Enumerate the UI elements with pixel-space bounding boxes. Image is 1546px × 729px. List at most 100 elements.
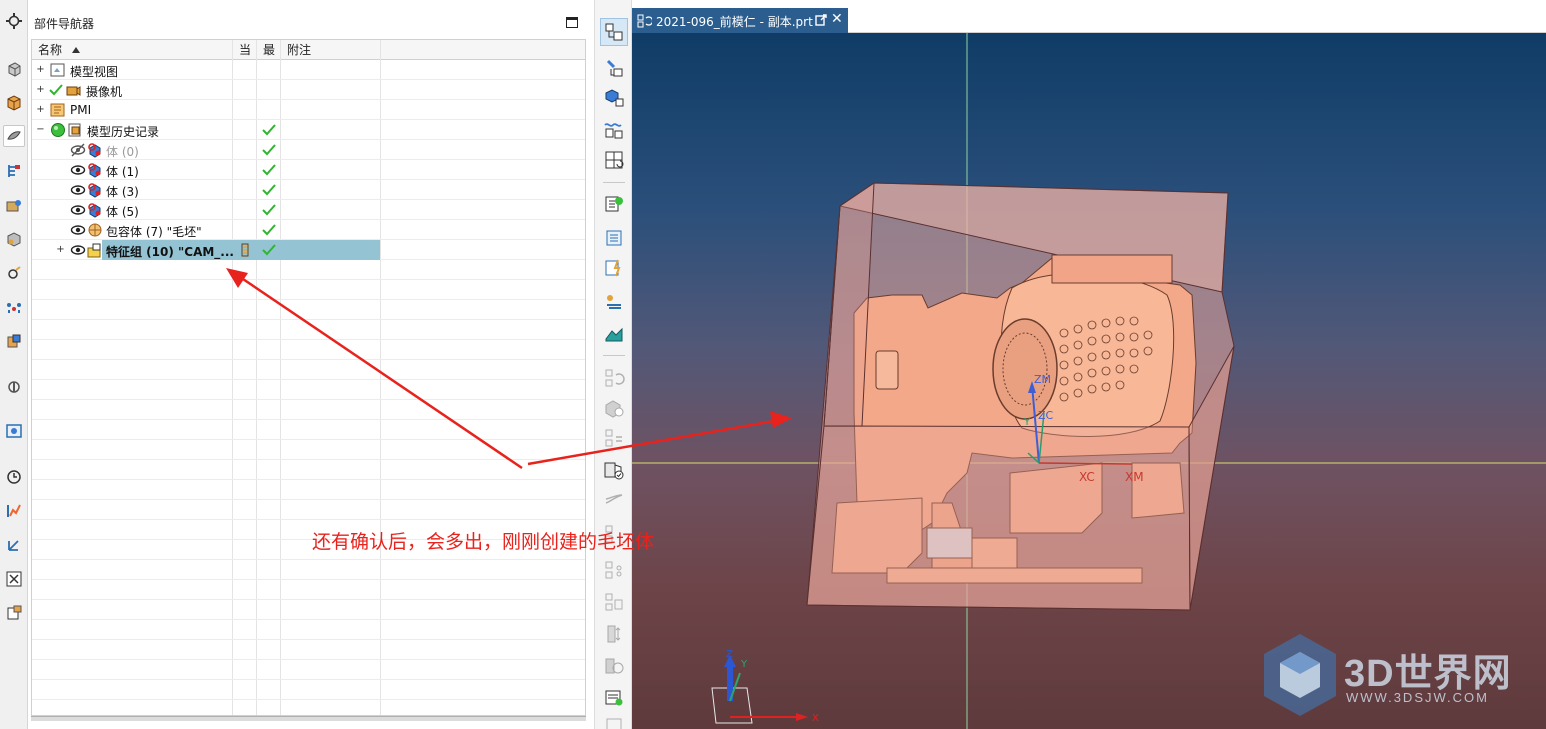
tree-row-bounding-body[interactable]: 包容体 (7) "毛坯" (32, 220, 585, 240)
row-label: 体 (5) (106, 205, 139, 219)
column-header-name[interactable]: 名称 (32, 40, 233, 60)
toolbar-separator (603, 182, 625, 183)
paste-icon[interactable] (600, 588, 628, 616)
graphics-viewport[interactable]: ZM ZC Y XC XM Z Y X (632, 33, 1546, 729)
empty-row (32, 320, 585, 340)
holder-icon[interactable] (600, 620, 628, 648)
create-tool-icon[interactable] (600, 224, 628, 252)
tree-row-feature-group[interactable]: + 特征组 (10) "CAM_... (32, 240, 585, 260)
column-header-current[interactable]: 当 (233, 40, 257, 60)
tree-row-pmi[interactable]: + PMI (32, 100, 585, 120)
horizontal-scrollbar[interactable] (31, 716, 586, 721)
navigator-tree[interactable]: 名称 当 最 附注 + 模型视图 + 摄像机 + PMI − 模型历史记录 体 … (31, 39, 586, 716)
toolbar-overflow-icon[interactable] (600, 712, 628, 729)
process-studio-icon[interactable] (3, 296, 25, 318)
empty-row (32, 480, 585, 500)
history-icon[interactable] (3, 466, 25, 488)
camera-icon (66, 86, 81, 96)
bounding-body-icon (88, 223, 102, 237)
view-triad[interactable]: Z Y X (711, 649, 819, 724)
part-navigator-icon[interactable] (3, 125, 25, 147)
method-view-icon[interactable] (600, 116, 628, 144)
check-icon (262, 144, 276, 156)
triad-x-label: X (812, 713, 819, 724)
column-header-comment[interactable]: 附注 (281, 40, 381, 60)
current-marker-icon (241, 243, 249, 257)
machine-tool-view-icon[interactable] (600, 54, 628, 82)
maximize-icon[interactable] (566, 17, 578, 28)
postprocess-icon[interactable] (600, 486, 628, 514)
create-program-icon[interactable] (600, 190, 628, 218)
column-header-latest[interactable]: 最 (257, 40, 281, 60)
body-icon (88, 183, 101, 198)
simulate-icon[interactable] (600, 394, 628, 422)
bounding-block[interactable] (806, 182, 1235, 611)
row-label: 模型历史记录 (87, 125, 160, 139)
system-scenes-icon[interactable] (3, 420, 25, 442)
expand-toggle[interactable]: + (36, 65, 45, 75)
feature-toolpath-icon[interactable] (600, 652, 628, 680)
visible-eye-icon[interactable] (70, 162, 86, 178)
settings-icon[interactable] (3, 10, 25, 32)
vertical-toolbar (594, 0, 632, 729)
visible-eye-icon[interactable] (70, 182, 86, 198)
verify-path-icon[interactable] (600, 320, 628, 348)
feature-group-icon (87, 243, 101, 258)
empty-row (32, 660, 585, 680)
replay-icon[interactable] (600, 364, 628, 392)
roles-icon[interactable] (3, 376, 25, 398)
tree-row-body-3[interactable]: 体 (3) (32, 180, 585, 200)
constraint-navigator-icon[interactable] (3, 92, 25, 114)
hidden-eye-icon[interactable] (70, 142, 86, 158)
empty-row (32, 560, 585, 580)
row-label: 摄像机 (86, 85, 123, 99)
cut-icon[interactable] (600, 556, 628, 584)
history-palette-icon[interactable] (3, 262, 25, 284)
expand-toggle[interactable]: + (36, 85, 45, 95)
model-scene: ZM ZC Y XC XM Z Y X (632, 33, 1546, 729)
collapse-toggle[interactable]: − (36, 125, 45, 135)
report-icon[interactable] (3, 602, 25, 624)
zc-label: ZC (1038, 409, 1054, 422)
tree-row-model-history[interactable]: − 模型历史记录 (32, 120, 585, 140)
graphics-tab-bar: 2021-096_前模仁 - 副本.prt ✕ (632, 0, 1546, 33)
listing-icon[interactable] (600, 424, 628, 452)
program-order-view-icon[interactable] (600, 18, 628, 46)
geometry-view-icon[interactable] (600, 84, 628, 112)
tree-row-body-0[interactable]: 体 (0) (32, 140, 585, 160)
model-history-icon (68, 123, 81, 137)
generate-path-icon[interactable] (600, 288, 628, 316)
web-browser-icon[interactable] (3, 228, 25, 250)
shop-documentation-icon[interactable] (600, 456, 628, 484)
close-icon[interactable]: ✕ (831, 11, 843, 27)
body-icon (88, 163, 101, 178)
xm-label: XM (1125, 470, 1144, 484)
empty-row (32, 600, 585, 620)
pop-out-icon[interactable] (815, 14, 827, 26)
navigator-footer (31, 722, 586, 729)
object-list-icon[interactable] (600, 684, 628, 712)
analysis-icon[interactable] (3, 500, 25, 522)
hd3d-tools-icon[interactable] (3, 195, 25, 217)
coordinate-icon[interactable] (3, 534, 25, 556)
empty-row (32, 680, 585, 700)
create-operation-icon[interactable] (600, 254, 628, 282)
tab-title: 2021-096_前模仁 - 副本.prt (656, 15, 813, 29)
part-file-tab[interactable]: 2021-096_前模仁 - 副本.prt ✕ (632, 8, 848, 33)
expand-toggle[interactable]: + (36, 105, 45, 115)
tools-icon[interactable] (3, 568, 25, 590)
tree-row-body-5[interactable]: 体 (5) (32, 200, 585, 220)
manufacturing-wizard-icon[interactable] (3, 330, 25, 352)
reuse-library-icon[interactable] (3, 160, 25, 182)
zm-label: ZM (1034, 373, 1051, 386)
visible-eye-icon[interactable] (70, 202, 86, 218)
annotation-text: 还有确认后，会多出，刚刚创建的毛坯体 (312, 531, 655, 553)
tree-row-body-1[interactable]: 体 (1) (32, 160, 585, 180)
tree-row-camera[interactable]: + 摄像机 (32, 80, 585, 100)
visible-eye-icon[interactable] (70, 222, 86, 238)
expand-toggle[interactable]: + (56, 245, 65, 255)
layout-view-icon[interactable] (600, 146, 628, 174)
visible-eye-icon[interactable] (70, 242, 86, 258)
assembly-navigator-icon[interactable] (3, 58, 25, 80)
tree-row-model-views[interactable]: + 模型视图 (32, 60, 585, 80)
